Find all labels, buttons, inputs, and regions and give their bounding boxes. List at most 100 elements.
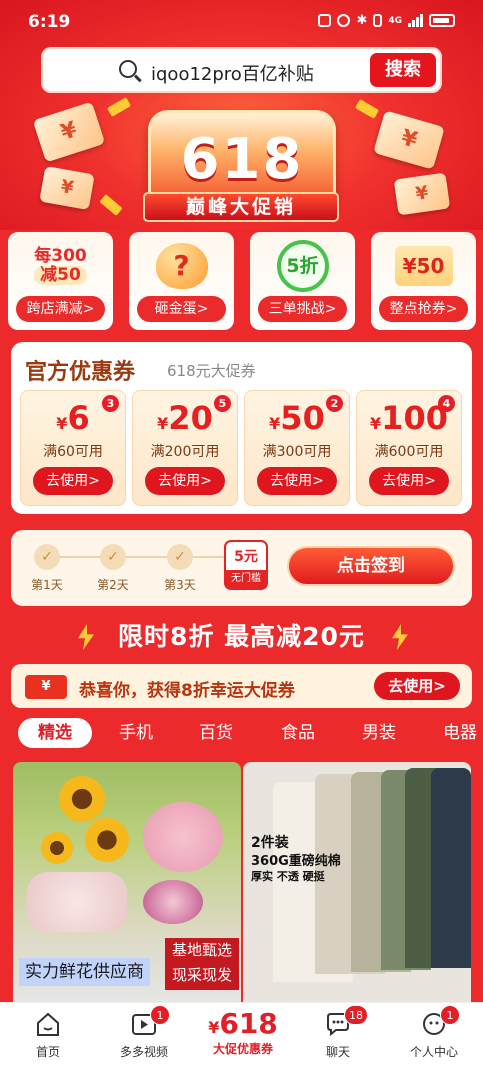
- activity-label: 整点抢券>: [379, 296, 468, 322]
- flash-sale-text: 限时8折 最高减20元: [118, 622, 365, 651]
- tab-phone[interactable]: 手机: [119, 718, 153, 748]
- nav-profile[interactable]: 1 个人中心: [394, 1005, 474, 1060]
- activity-hourly-coupon[interactable]: ¥50 整点抢券>: [371, 232, 476, 330]
- search-bar[interactable]: iqoo12pro百亿补贴 搜索: [41, 47, 442, 93]
- sunflower-image: [41, 832, 73, 864]
- coupon-amount: ¥20: [157, 399, 213, 437]
- lucky-use-button[interactable]: 去使用>: [374, 672, 460, 700]
- sunflower-image: [85, 818, 129, 862]
- search-button[interactable]: 搜索: [370, 53, 436, 87]
- banner-618-text: 618: [180, 127, 304, 192]
- alarm-icon: [337, 14, 351, 27]
- bottom-navigation: 首页 1 多多视频 ¥618 大促优惠券 18 聊天 1 个人中心: [0, 1002, 483, 1066]
- discount-50-icon: 5折: [276, 240, 329, 292]
- checkin-day: ✓ 第1天: [30, 544, 64, 593]
- status-bar: 6:19 ✱ 4G: [0, 0, 483, 44]
- video-icon: 1: [130, 1005, 170, 1037]
- lightning-icon: [78, 624, 94, 650]
- lily-image: [143, 880, 203, 924]
- checkin-reward: 5元 无门槛: [224, 540, 268, 590]
- tab-appliances[interactable]: 电器: [443, 718, 477, 748]
- check-icon: ✓: [100, 544, 126, 570]
- category-tabs: 精选 手机 百货 食品 男装 电器: [0, 714, 483, 750]
- profile-icon: 1: [420, 1005, 460, 1037]
- check-icon: ✓: [34, 544, 60, 570]
- profile-badge: 1: [440, 1005, 460, 1025]
- coupon-card[interactable]: 3 ¥6 满60可用 去使用>: [20, 390, 126, 506]
- tshirt-image: [431, 768, 471, 968]
- bluetooth-icon: ✱: [356, 13, 368, 28]
- status-icons: ✱ 4G: [318, 13, 455, 28]
- coupon-amount: ¥100: [370, 399, 448, 437]
- lightning-icon: [392, 624, 408, 650]
- coupon-use-button[interactable]: 去使用>: [257, 467, 337, 495]
- tab-menswear[interactable]: 男装: [362, 718, 396, 748]
- product-tag: 基地甄选 现采现发: [165, 938, 239, 990]
- spark-decoration-icon: [354, 99, 380, 119]
- tab-food[interactable]: 食品: [281, 718, 315, 748]
- ticket-decoration-icon: ¥: [373, 110, 445, 170]
- coupon-card[interactable]: 4 ¥100 满600可用 去使用>: [356, 390, 462, 506]
- activity-label: 跨店满减>: [16, 296, 105, 322]
- activity-three-order[interactable]: 5折 三单挑战>: [250, 232, 355, 330]
- ticket-decoration-icon: ¥: [32, 101, 106, 163]
- coupons-subtitle: 618元大促券: [167, 362, 256, 380]
- spark-decoration-icon: [106, 97, 132, 117]
- nav-video[interactable]: 1 多多视频: [104, 1005, 184, 1060]
- product-feature: 厚实 不透 硬挺: [251, 870, 325, 883]
- coupon-condition: 满600可用: [374, 444, 444, 460]
- coupon-card[interactable]: 2 ¥50 满300可用 去使用>: [244, 390, 350, 506]
- tab-featured[interactable]: 精选: [18, 718, 92, 748]
- cross-store-top-text: 每300: [34, 246, 87, 266]
- chat-badge: 18: [344, 1005, 368, 1025]
- cross-store-bottom-text: 减50: [34, 266, 87, 285]
- coupon-condition: 满60可用: [43, 444, 103, 460]
- promo-coupon-value: ¥618: [208, 1007, 278, 1040]
- official-coupons-panel: 官方优惠券 618元大促券 3 ¥6 满60可用 去使用> 5 ¥20 满200…: [11, 342, 472, 514]
- promo-banner[interactable]: ¥ ¥ ¥ ¥ 618 巅峰大促销: [0, 96, 483, 231]
- product-card-tshirts[interactable]: 2件装 360G重磅纯棉 厚实 不透 硬挺: [243, 762, 471, 1002]
- product-headline: 2件装: [251, 835, 289, 851]
- nav-home[interactable]: 首页: [8, 1011, 88, 1060]
- search-icon: [119, 60, 137, 78]
- nav-promo-coupon[interactable]: ¥618 大促优惠券: [193, 1007, 293, 1057]
- coupon-use-button[interactable]: 去使用>: [369, 467, 449, 495]
- ticket-decoration-icon: ¥: [39, 165, 95, 211]
- hydrangea-image: [143, 802, 223, 872]
- search-input[interactable]: iqoo12pro百亿补贴: [151, 60, 314, 86]
- ticket-decoration-icon: ¥: [393, 172, 451, 216]
- rose-bundle-image: [27, 872, 127, 932]
- product-card-flowers[interactable]: 实力鲜花供应商 基地甄选 现采现发: [13, 762, 241, 1002]
- activity-golden-egg[interactable]: ? 砸金蛋>: [129, 232, 234, 330]
- coupon-condition: 满200可用: [150, 444, 220, 460]
- coupon-use-button[interactable]: 去使用>: [33, 467, 113, 495]
- coupon-card[interactable]: 5 ¥20 满200可用 去使用>: [132, 390, 238, 506]
- checkin-button[interactable]: 点击签到: [287, 546, 455, 586]
- tab-general-goods[interactable]: 百货: [199, 718, 233, 748]
- checkin-day: ✓ 第3天: [163, 544, 197, 593]
- status-time: 6:19: [28, 12, 71, 32]
- coupon-amount: ¥50: [269, 399, 325, 437]
- lucky-coupon-bar[interactable]: ¥ 恭喜你，获得8折幸运大促券 去使用>: [11, 664, 472, 708]
- activity-cross-store[interactable]: 每300 减50 跨店满减>: [8, 232, 113, 330]
- coupon-50-icon: ¥50: [394, 246, 453, 286]
- product-caption: 实力鲜花供应商: [19, 958, 150, 986]
- coupons-title: 官方优惠券: [25, 360, 136, 385]
- activity-label: 三单挑战>: [258, 296, 347, 322]
- coupon-condition: 满300可用: [262, 444, 332, 460]
- coupon-icon: ¥: [25, 675, 67, 699]
- checkin-progress-line: [51, 556, 231, 558]
- home-icon: [34, 1011, 62, 1037]
- coupon-use-button[interactable]: 去使用>: [145, 467, 225, 495]
- chat-icon: 18: [324, 1005, 368, 1037]
- vibrate-icon: [373, 14, 383, 27]
- sunflower-image: [59, 776, 105, 822]
- checkin-panel: ✓ 第1天 ✓ 第2天 ✓ 第3天 5元 无门槛 点击签到: [11, 530, 472, 606]
- check-icon: ✓: [167, 544, 193, 570]
- lucky-coupon-text: 恭喜你，获得8折幸运大促券: [79, 681, 295, 701]
- coupon-amount: ¥6: [56, 399, 90, 437]
- battery-icon: [429, 14, 455, 27]
- nav-chat[interactable]: 18 聊天: [298, 1005, 378, 1060]
- spark-decoration-icon: [99, 194, 123, 216]
- cross-store-picture: 每300 减50: [8, 240, 113, 292]
